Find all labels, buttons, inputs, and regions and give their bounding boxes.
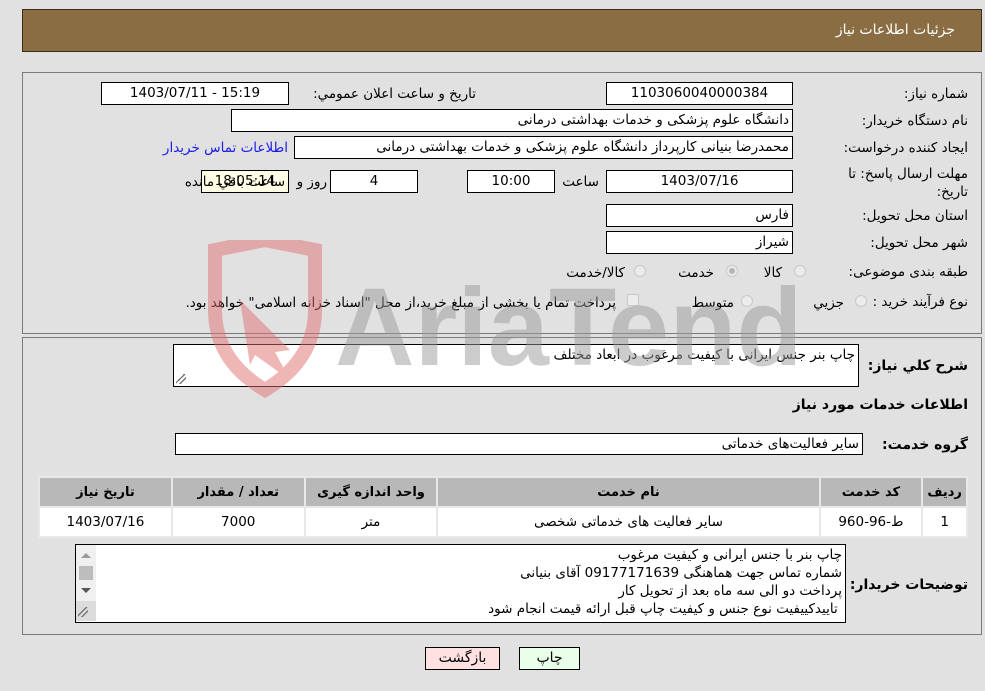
col-header-service-code: کد خدمت xyxy=(820,478,922,506)
cell-row-number: 1 xyxy=(923,508,966,536)
treasury-checkbox[interactable] xyxy=(627,294,639,306)
resize-grip-icon[interactable] xyxy=(78,607,88,617)
scroll-up-arrow-icon[interactable] xyxy=(81,553,91,558)
buyer-org-label: نام دستگاه خریدار: xyxy=(861,113,968,129)
category-radio-goods[interactable] xyxy=(794,265,806,277)
cell-quantity: 7000 xyxy=(172,508,304,536)
category-service-label: خدمت xyxy=(678,265,714,281)
category-goods-label: کالا xyxy=(763,265,782,281)
process-minor-label: جزيي xyxy=(813,295,844,311)
process-label: نوع فرآیند خرید : xyxy=(872,294,968,310)
announce-datetime-field: 1403/07/11 - 15:19 xyxy=(101,82,289,105)
creator-label: ایجاد کننده درخواست: xyxy=(843,140,968,156)
process-radio-medium[interactable] xyxy=(741,295,753,307)
buyer-notes-textarea[interactable]: چاپ بنر با جنس ایرانی و کیفیت مرغوب شمار… xyxy=(75,544,846,623)
summary-text: چاپ بنر جنس ایرانی با کیفیت مرغوب در ابع… xyxy=(553,347,855,363)
city-label: شهر محل تحویل: xyxy=(870,235,968,251)
buyer-note-line: پرداخت دو الی سه ماه بعد از تحویل کار xyxy=(618,583,842,599)
summary-textarea[interactable]: چاپ بنر جنس ایرانی با کیفیت مرغوب در ابع… xyxy=(173,344,859,387)
buyer-note-line: تاییدکییفیت نوع جنس و کیفیت چاپ قبل ارائ… xyxy=(488,601,842,617)
service-group-label: گروه خدمت: xyxy=(882,437,968,453)
cell-unit: متر xyxy=(305,508,437,536)
page-header: جزئیات اطلاعات نیاز xyxy=(22,9,982,52)
service-group-field: سایر فعالیت‌های خدماتی xyxy=(175,433,863,455)
cell-service-code: ط-96-960 xyxy=(820,508,922,536)
scroll-down-arrow-icon[interactable] xyxy=(81,588,91,593)
services-section-title: اطلاعات خدمات مورد نیاز xyxy=(792,397,968,413)
creator-field: محمدرضا بنیانی کارپرداز دانشگاه علوم پزش… xyxy=(294,136,793,159)
buyer-note-line: چاپ بنر با جنس ایرانی و کیفیت مرغوب xyxy=(617,547,842,563)
days-remaining-field: 4 xyxy=(330,170,418,193)
deadline-time-label: ساعت xyxy=(562,174,599,190)
city-field: شیراز xyxy=(606,231,793,254)
category-radio-goods-service[interactable] xyxy=(634,265,646,277)
col-header-quantity: تعداد / مقدار xyxy=(172,478,304,506)
announce-label: تاریخ و ساعت اعلان عمومي: xyxy=(313,86,476,102)
days-label: روز و xyxy=(296,174,327,190)
page-title: جزئیات اطلاعات نیاز xyxy=(835,22,955,38)
category-radio-service[interactable] xyxy=(726,265,738,277)
col-header-unit: واحد اندازه گیری xyxy=(305,478,437,506)
process-radio-minor[interactable] xyxy=(855,295,867,307)
summary-label: شرح کلي نیاز: xyxy=(867,358,968,374)
table-row: 1 ط-96-960 سایر فعالیت های خدماتی شخصی م… xyxy=(40,508,966,536)
need-number-field: 1103060040000384 xyxy=(606,82,793,105)
resize-grip-icon[interactable] xyxy=(176,374,186,384)
col-header-service-name: نام خدمت xyxy=(438,478,819,506)
print-button[interactable]: چاپ xyxy=(519,647,580,670)
cell-need-date: 1403/07/16 xyxy=(40,508,171,536)
treasury-note: پرداخت تمام یا بخشی از مبلغ خرید،از محل … xyxy=(185,295,616,311)
deadline-date-field: 1403/07/16 xyxy=(606,170,793,193)
services-table: ردیف کد خدمت نام خدمت واحد اندازه گیری ت… xyxy=(38,476,968,538)
deadline-label: مهلت ارسال پاسخ: تا تاریخ: xyxy=(848,166,968,200)
col-header-row-number: ردیف xyxy=(923,478,966,506)
cell-service-name: سایر فعالیت های خدماتی شخصی xyxy=(438,508,819,536)
buyer-org-field: دانشگاه علوم پزشکی و خدمات بهداشتی درمان… xyxy=(231,109,793,132)
buyer-notes-label: توضیحات خریدار: xyxy=(849,577,968,593)
deadline-time-field: 10:00 xyxy=(467,170,555,193)
province-field: فارس xyxy=(606,204,793,227)
buyer-contact-link[interactable]: اطلاعات تماس خریدار xyxy=(163,140,288,156)
scroll-thumb[interactable] xyxy=(79,566,93,580)
process-medium-label: متوسط xyxy=(691,295,734,311)
remaining-time-label: ساعت باقي مانده xyxy=(184,174,285,190)
province-label: استان محل تحویل: xyxy=(862,208,968,224)
need-number-label: شماره نیاز: xyxy=(903,86,968,102)
buyer-note-line: شماره تماس جهت هماهنگی 09177171639 آقای … xyxy=(520,565,842,581)
back-button[interactable]: بازگشت xyxy=(425,647,500,670)
table-header-row: ردیف کد خدمت نام خدمت واحد اندازه گیری ت… xyxy=(40,478,966,506)
col-header-need-date: تاریخ نیاز xyxy=(40,478,171,506)
category-label: طبقه بندی موضوعی: xyxy=(848,264,968,280)
category-goods-service-label: کالا/خدمت xyxy=(566,265,625,281)
